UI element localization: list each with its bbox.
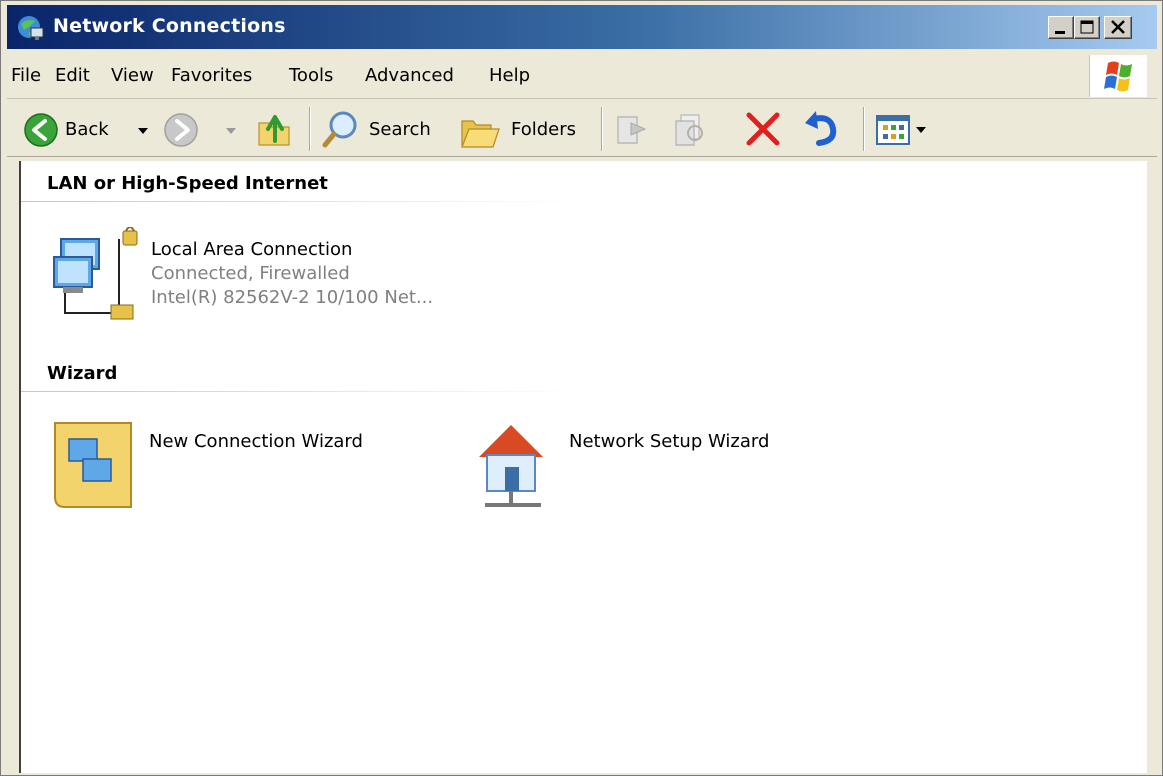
search-magnifier-icon [322, 111, 357, 148]
copy-to-icon[interactable] [671, 109, 711, 149]
new-connection-wizard-label: New Connection Wizard [149, 431, 363, 452]
search-button[interactable]: Search [319, 107, 444, 153]
views-icon [876, 115, 910, 145]
window-title: Network Connections [53, 15, 286, 37]
windows-logo [1089, 55, 1147, 97]
connection-status: Connected, Firewalled [151, 263, 350, 284]
maximize-icon [1080, 20, 1094, 34]
connections-pane: LAN or High-Speed Internet Local Area Co… [19, 161, 1147, 773]
delete-x-icon[interactable] [743, 109, 783, 149]
new-connection-wizard-icon [54, 422, 132, 508]
local-area-connection-item[interactable]: Local Area Connection Connected, Firewal… [49, 227, 469, 323]
folders-icon [461, 120, 500, 148]
forward-button[interactable] [163, 109, 243, 151]
views-dropdown-icon[interactable] [915, 125, 927, 135]
close-icon [1111, 20, 1125, 34]
folders-label: Folders [511, 119, 577, 140]
move-to-icon[interactable] [613, 109, 653, 149]
network-setup-wizard-item[interactable]: Network Setup Wizard [471, 419, 831, 515]
forward-arrow-icon [164, 113, 198, 147]
folders-button[interactable]: Folders [457, 107, 587, 153]
toolbar-separator [601, 107, 603, 151]
back-button[interactable]: Back [21, 109, 171, 151]
title-bar[interactable]: Network Connections [7, 5, 1157, 49]
back-arrow-icon [24, 113, 58, 147]
group-header-wizard: Wizard [47, 363, 118, 384]
close-button[interactable] [1104, 16, 1132, 39]
forward-dropdown-icon[interactable] [225, 126, 237, 136]
menu-tools[interactable]: Tools [289, 65, 333, 86]
menu-bar: File Edit View Favorites Tools Advanced … [7, 53, 1157, 99]
menu-advanced[interactable]: Advanced [365, 65, 454, 86]
back-dropdown-icon[interactable] [137, 126, 149, 136]
new-connection-wizard-item[interactable]: New Connection Wizard [51, 419, 411, 515]
maximize-button[interactable] [1074, 16, 1100, 39]
toolbar-separator [309, 107, 311, 151]
group-header-lan: LAN or High-Speed Internet [47, 173, 328, 194]
network-connections-window: Network Connections File Edit View Favor… [0, 0, 1163, 776]
connection-device: Intel(R) 82562V-2 10/100 Net... [151, 287, 434, 308]
connection-name: Local Area Connection [151, 239, 353, 260]
menu-favorites[interactable]: Favorites [171, 65, 252, 86]
lan-connection-icon [53, 227, 138, 320]
group-divider [21, 391, 581, 392]
menu-file[interactable]: File [11, 65, 41, 86]
back-label: Back [65, 119, 109, 140]
search-label: Search [369, 119, 431, 140]
views-button[interactable] [871, 109, 937, 151]
network-setup-wizard-icon [479, 425, 543, 507]
group-divider [21, 201, 581, 202]
menu-view[interactable]: View [111, 65, 154, 86]
menu-edit[interactable]: Edit [55, 65, 90, 86]
network-connections-icon [18, 16, 44, 40]
undo-icon[interactable] [801, 109, 841, 149]
minimize-icon [1055, 31, 1065, 34]
windows-flag-icon [1104, 61, 1132, 92]
toolbar-separator [863, 107, 865, 151]
toolbar: Back Search Folders [7, 101, 1157, 157]
network-setup-wizard-label: Network Setup Wizard [569, 431, 770, 452]
minimize-button[interactable] [1048, 16, 1074, 39]
menu-help[interactable]: Help [489, 65, 530, 86]
up-folder-icon[interactable] [255, 109, 295, 149]
